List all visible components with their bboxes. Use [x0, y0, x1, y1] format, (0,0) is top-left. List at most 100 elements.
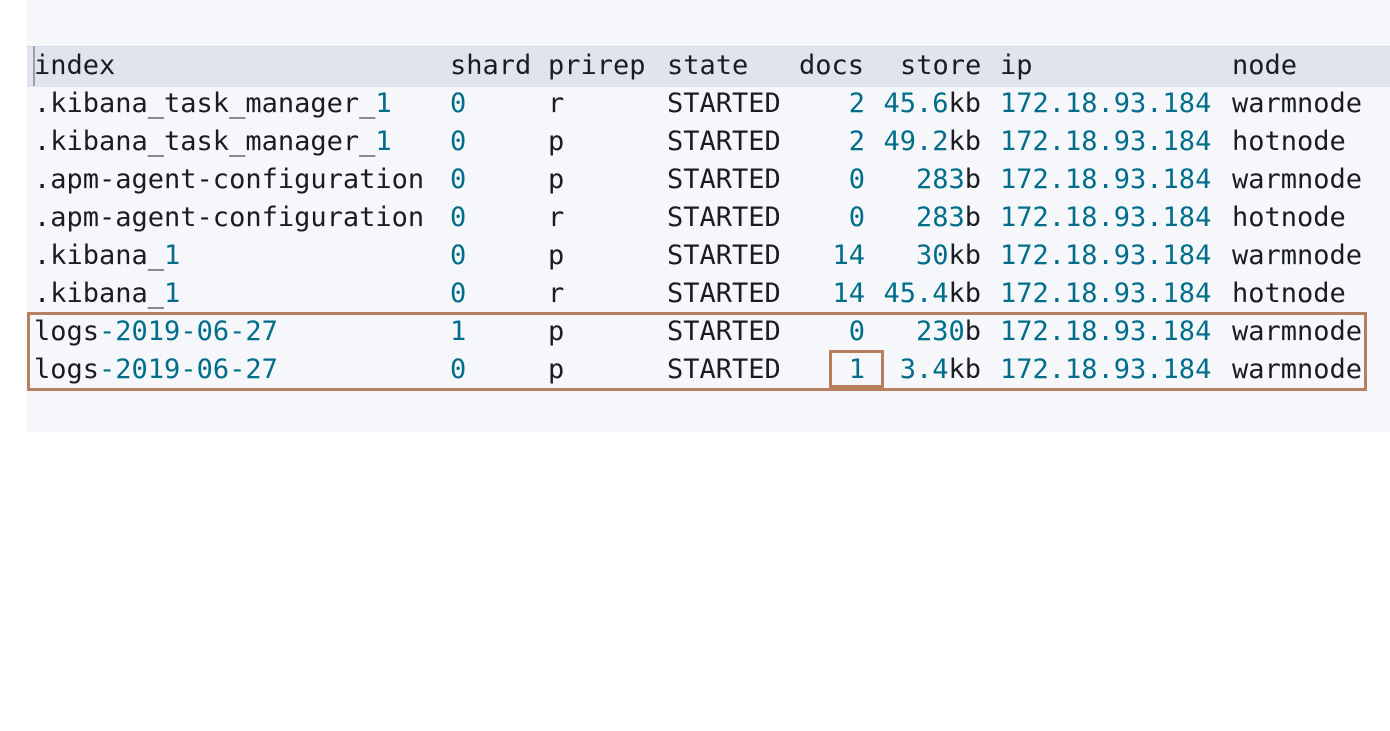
table-row: .kibana_1 0 r STARTED 14 45.4kb 172.18.9… — [27, 275, 1346, 313]
cell-node: warmnode — [1232, 316, 1363, 347]
store-unit: kb — [948, 88, 981, 119]
cell-index: .kibana_task_manager_1 — [34, 85, 392, 123]
cell-docs: 14 — [832, 278, 865, 309]
cell-index: logs-2019-06-27 — [34, 313, 278, 351]
cell-ip: 172.18.93.184 — [1000, 126, 1212, 157]
cell-ip: 172.18.93.184 — [1000, 202, 1212, 233]
cell-ip: 172.18.93.184 — [1000, 278, 1212, 309]
cell-index: logs-2019-06-27 — [34, 351, 278, 389]
store-unit: kb — [948, 278, 981, 309]
console-output-panel: index shard prirep state docs store ip n… — [27, 0, 1390, 432]
index-name: .kibana_task_manager_ — [34, 88, 376, 119]
column-header-state: state — [667, 50, 749, 81]
cell-store: 230b — [876, 313, 981, 351]
cell-shard: 0 — [450, 354, 467, 385]
index-suffix: 1 — [375, 88, 392, 119]
index-name: .kibana_ — [34, 240, 165, 271]
cell-store: 49.2kb — [876, 123, 981, 161]
store-value: 283 — [915, 202, 965, 233]
index-suffix: 1 — [375, 126, 392, 157]
cell-prirep: p — [548, 354, 565, 385]
cell-prirep: p — [548, 164, 565, 195]
store-unit: b — [964, 202, 981, 233]
cell-store: 283b — [876, 199, 981, 237]
column-header-index: index — [34, 50, 116, 81]
index-name: .apm-agent-configuration — [34, 202, 425, 233]
table-row: logs-2019-06-27 0 p STARTED 1 3.4kb 172.… — [27, 351, 1362, 389]
cell-state: STARTED — [667, 278, 781, 309]
index-suffix: -2019-06-27 — [99, 316, 278, 347]
table-row: logs-2019-06-27 1 p STARTED 0 230b 172.1… — [27, 313, 1362, 351]
cell-docs: 0 — [848, 164, 865, 195]
store-value: 283 — [915, 164, 965, 195]
store-value: 30 — [915, 240, 949, 271]
index-name: logs — [34, 354, 100, 385]
cell-node: hotnode — [1232, 126, 1346, 157]
index-name: .kibana_task_manager_ — [34, 126, 376, 157]
cell-index: .apm-agent-configuration — [34, 199, 424, 237]
cell-index: .kibana_task_manager_1 — [34, 123, 392, 161]
index-suffix: 1 — [164, 240, 181, 271]
column-header-docs: docs — [799, 50, 865, 81]
cell-shard: 0 — [450, 202, 467, 233]
cell-index: .kibana_1 — [34, 237, 180, 275]
store-unit: kb — [948, 354, 981, 385]
table-header-row: index shard prirep state docs store ip n… — [27, 47, 1297, 85]
store-value: 3.4 — [899, 354, 949, 385]
store-value: 45.4 — [883, 278, 949, 309]
store-unit: b — [964, 164, 981, 195]
cell-docs: 0 — [848, 316, 865, 347]
column-header-shard: shard — [450, 50, 532, 81]
console-top-area — [27, 0, 1390, 46]
cell-prirep: p — [548, 316, 565, 347]
table-row: .apm-agent-configuration 0 r STARTED 0 2… — [27, 199, 1346, 237]
cell-node: warmnode — [1232, 88, 1363, 119]
cell-ip: 172.18.93.184 — [1000, 354, 1212, 385]
cell-state: STARTED — [667, 126, 781, 157]
column-header-prirep: prirep — [548, 50, 646, 81]
index-suffix: 1 — [164, 278, 181, 309]
cell-prirep: r — [548, 88, 565, 119]
store-value: 49.2 — [883, 126, 949, 157]
cell-prirep: p — [548, 126, 565, 157]
index-name: .kibana_ — [34, 278, 165, 309]
cell-docs: 2 — [848, 88, 865, 119]
index-name: logs — [34, 316, 100, 347]
cell-docs: 14 — [832, 240, 865, 271]
table-row: .kibana_task_manager_1 0 r STARTED 2 45.… — [27, 85, 1362, 123]
index-name: .apm-agent-configuration — [34, 164, 425, 195]
cell-index: .kibana_1 — [34, 275, 180, 313]
column-header-store: store — [900, 50, 982, 81]
cell-ip: 172.18.93.184 — [1000, 316, 1212, 347]
cell-prirep: r — [548, 278, 565, 309]
column-header-ip: ip — [1000, 50, 1033, 81]
cell-store: 3.4kb — [876, 351, 981, 389]
cell-state: STARTED — [667, 202, 781, 233]
cell-docs: 0 — [848, 202, 865, 233]
table-row: .kibana_1 0 p STARTED 14 30kb 172.18.93.… — [27, 237, 1362, 275]
index-suffix: -2019-06-27 — [99, 354, 278, 385]
cell-state: STARTED — [667, 164, 781, 195]
cell-node: hotnode — [1232, 278, 1346, 309]
cell-shard: 1 — [450, 316, 467, 347]
cell-node: hotnode — [1232, 202, 1346, 233]
cell-ip: 172.18.93.184 — [1000, 88, 1212, 119]
store-value: 45.6 — [883, 88, 949, 119]
cell-ip: 172.18.93.184 — [1000, 164, 1212, 195]
cell-state: STARTED — [667, 240, 781, 271]
cell-shard: 0 — [450, 126, 467, 157]
cell-shard: 0 — [450, 278, 467, 309]
column-header-node: node — [1232, 50, 1298, 81]
store-value: 230 — [915, 316, 965, 347]
cell-node: warmnode — [1232, 164, 1363, 195]
cell-prirep: r — [548, 202, 565, 233]
cell-store: 283b — [876, 161, 981, 199]
cell-shard: 0 — [450, 240, 467, 271]
cell-shard: 0 — [450, 164, 467, 195]
store-unit: b — [964, 316, 981, 347]
table-row: .apm-agent-configuration 0 p STARTED 0 2… — [27, 161, 1362, 199]
cell-store: 45.4kb — [876, 275, 981, 313]
store-unit: kb — [948, 126, 981, 157]
cell-node: warmnode — [1232, 354, 1363, 385]
cell-state: STARTED — [667, 354, 781, 385]
